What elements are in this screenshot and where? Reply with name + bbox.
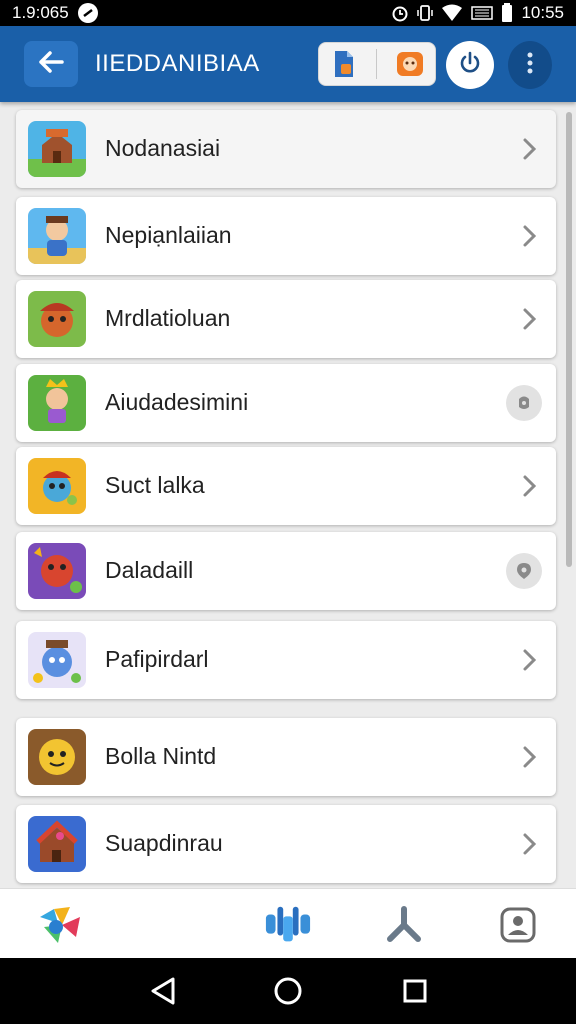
app-logo-icon: [40, 907, 80, 943]
power-button[interactable]: [446, 41, 494, 89]
app-bar: IIEDDANIBIAA: [0, 26, 576, 102]
controller-icon: [265, 906, 311, 942]
lock-icon: [519, 396, 529, 409]
nav-profile[interactable]: [494, 901, 542, 949]
home-circle-icon: [274, 977, 302, 1005]
scrollbar[interactable]: [566, 112, 572, 567]
status-bar: 1.9:065 10:55: [0, 0, 576, 26]
game-thumbnail: [28, 729, 86, 785]
game-title: Mrdlatioluan: [105, 305, 231, 331]
profile-icon: [500, 907, 536, 943]
file-icon[interactable]: [326, 46, 362, 82]
game-title: Nodanasiai: [105, 135, 221, 161]
battery-icon: [501, 3, 513, 23]
power-icon: [457, 50, 483, 81]
game-title: Aiudadesimini: [105, 389, 249, 415]
game-list: Nodanasiai Nepiạnlaiian Mrdlatioluan Aiu…: [0, 102, 576, 888]
chevron-right-icon: [523, 138, 537, 160]
game-icon[interactable]: [392, 46, 428, 82]
location-pin-icon: [517, 563, 531, 579]
tools-icon: [387, 906, 421, 942]
arrow-left-icon: [38, 50, 64, 78]
more-vert-icon: [526, 51, 534, 80]
chevron-right-icon: [523, 225, 537, 247]
list-item[interactable]: Nodanasiai: [16, 110, 556, 188]
lock-badge[interactable]: [506, 385, 542, 421]
game-title: Nepiạnlaiian: [105, 222, 232, 248]
back-triangle-icon: [151, 977, 175, 1005]
game-title: Bolla Nintd: [105, 743, 217, 769]
wifi-icon: [441, 4, 463, 22]
page-title: IIEDDANIBIAA: [95, 50, 260, 77]
game-thumbnail: [28, 543, 86, 599]
action-pill: [318, 42, 436, 86]
game-thumbnail: [28, 816, 86, 872]
chevron-right-icon: [523, 746, 537, 768]
status-time-right: 10:55: [521, 3, 564, 22]
status-time-left: 1.9:065: [12, 3, 69, 22]
system-navigation-bar: [0, 958, 576, 1024]
alarm-icon: [391, 4, 409, 22]
nav-home[interactable]: [36, 901, 84, 949]
game-title: Daladaill: [105, 557, 194, 583]
game-thumbnail: [28, 375, 86, 431]
chevron-right-icon: [523, 833, 537, 855]
game-thumbnail: [28, 291, 86, 347]
system-back-button[interactable]: [146, 974, 180, 1008]
nav-tools[interactable]: [380, 901, 428, 949]
game-title: Suct lalka: [105, 472, 205, 498]
game-thumbnail: [28, 458, 86, 514]
chevron-right-icon: [523, 475, 537, 497]
list-item[interactable]: Bolla Nintd: [16, 718, 556, 796]
game-thumbnail: [28, 208, 86, 264]
more-options-button[interactable]: [508, 41, 552, 89]
notification-icon: [77, 2, 99, 24]
chevron-right-icon: [523, 308, 537, 330]
list-item[interactable]: Pafipirdarl: [16, 621, 556, 699]
back-button[interactable]: [24, 41, 78, 87]
list-item[interactable]: Nepiạnlaiian: [16, 197, 556, 275]
location-badge[interactable]: [506, 553, 542, 589]
list-item[interactable]: Aiudadesimini: [16, 364, 556, 442]
list-item[interactable]: Suapdinrau: [16, 805, 556, 883]
game-title: Suapdinrau: [105, 830, 223, 856]
vibrate-icon: [417, 4, 434, 22]
list-item[interactable]: Suct lalka: [16, 447, 556, 525]
chevron-right-icon: [523, 649, 537, 671]
game-thumbnail: [28, 121, 86, 177]
bottom-navigation: [0, 888, 576, 958]
game-thumbnail: [28, 632, 86, 688]
nav-games[interactable]: [264, 901, 312, 949]
game-title: Pafipirdarl: [105, 646, 209, 672]
system-recents-button[interactable]: [398, 974, 432, 1008]
recents-square-icon: [403, 979, 427, 1003]
pill-divider: [376, 49, 378, 79]
data-icon: [471, 4, 494, 22]
system-home-button[interactable]: [271, 974, 305, 1008]
list-item[interactable]: Daladaill: [16, 532, 556, 610]
list-item[interactable]: Mrdlatioluan: [16, 280, 556, 358]
